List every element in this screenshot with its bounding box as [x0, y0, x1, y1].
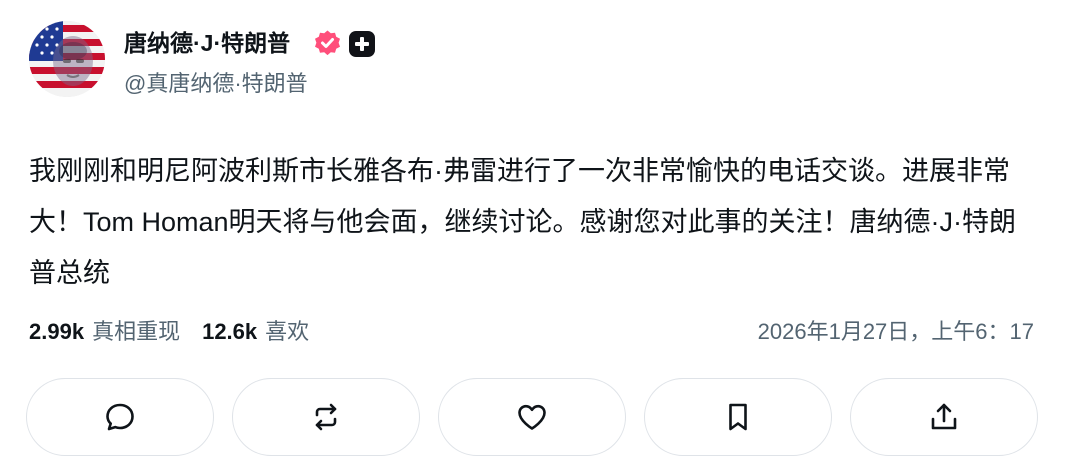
user-handle[interactable]: @真唐纳德·特朗普 [124, 69, 308, 99]
retruth-button[interactable] [232, 378, 420, 456]
reply-button[interactable] [26, 378, 214, 456]
display-name[interactable]: 唐纳德·J·特朗普 [124, 28, 290, 58]
post-text: 我刚刚和明尼阿波利斯市长雅各布·弗雷进行了一次非常愉快的电话交谈。进展非常大！T… [29, 156, 1017, 288]
bookmark-button[interactable] [644, 378, 832, 456]
share-icon [931, 403, 957, 430]
bookmark-icon [729, 403, 747, 431]
repost-icon [315, 403, 337, 431]
avatar[interactable] [29, 21, 105, 97]
comment-icon [106, 403, 134, 431]
subscriber-badge-icon [349, 31, 375, 57]
flag-portrait-image [29, 21, 105, 97]
retruth-count[interactable]: 2.99k [29, 314, 84, 350]
post-stats: 2.99k 真相重现 12.6k 喜欢 [29, 314, 309, 350]
retruth-label[interactable]: 真相重现 [92, 314, 180, 350]
share-button[interactable] [850, 378, 1038, 456]
like-label[interactable]: 喜欢 [265, 314, 309, 350]
heart-icon [518, 404, 546, 430]
action-bar [26, 378, 1038, 458]
like-button[interactable] [438, 378, 626, 456]
post-timestamp: 2026年1月27日，上午6：17 [757, 319, 1034, 344]
like-count[interactable]: 12.6k [202, 314, 257, 350]
verified-badge-icon [313, 29, 342, 58]
